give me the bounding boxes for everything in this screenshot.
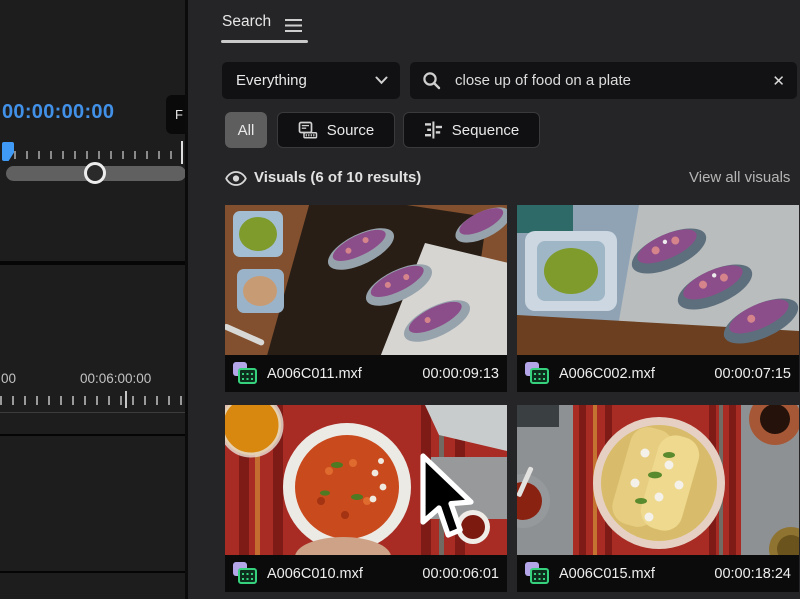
result-filename: A006C002.mxf <box>559 366 714 382</box>
result-thumbnail[interactable] <box>517 405 799 555</box>
result-filename: A006C011.mxf <box>267 366 422 382</box>
result-tile[interactable]: A006C010.mxf 00:00:06:01 <box>225 405 507 592</box>
scope-dropdown[interactable]: Everything <box>222 62 400 99</box>
premiere-workspace: { "monitor": { "timecode": "00:00:00:00"… <box>0 0 800 599</box>
filter-sequence-button[interactable]: Sequence <box>403 112 540 148</box>
view-all-visuals-link[interactable]: View all visuals <box>689 169 790 186</box>
clip-type-icon <box>525 362 550 385</box>
result-duration: 00:00:18:24 <box>714 566 791 582</box>
timeline-ruler-baseline <box>0 412 188 413</box>
filter-source-button[interactable]: Source <box>277 112 395 148</box>
timeline-ruler-major-tick <box>125 391 127 408</box>
filter-source-label: Source <box>327 122 375 139</box>
source-clip-icon <box>298 121 318 139</box>
filter-sequence-label: Sequence <box>452 122 520 139</box>
result-label-bar: A006C015.mxf 00:00:18:24 <box>517 555 799 592</box>
timeline-ruler-label-center: 00:06:00:00 <box>80 371 151 386</box>
panel-divider[interactable] <box>0 261 188 265</box>
result-thumbnail[interactable] <box>517 205 799 355</box>
mini-playhead[interactable] <box>2 142 14 161</box>
monitor-ruler-end-tick <box>181 141 183 164</box>
monitor-ruler-ticks[interactable] <box>14 151 176 159</box>
result-label-bar: A006C010.mxf 00:00:06:01 <box>225 555 507 592</box>
monitor-zoom-scrollbar-handle[interactable] <box>84 162 106 184</box>
clip-type-icon <box>233 562 258 585</box>
source-timecode: 00:00:00:00 <box>2 101 114 124</box>
track-divider-top <box>0 434 188 436</box>
result-tile[interactable]: A006C002.mxf 00:00:07:15 <box>517 205 799 392</box>
search-field[interactable]: ✕ <box>410 62 797 99</box>
left-monitor-timeline-panel: 00:00:00:00 F 00 00:06:00:00 <box>0 0 188 599</box>
timeline-ruler-ticks[interactable] <box>0 396 188 405</box>
timeline-ruler-label-start: 00 <box>1 371 16 386</box>
result-tile[interactable]: A006C011.mxf 00:00:09:13 <box>225 205 507 392</box>
result-thumbnail[interactable] <box>225 405 507 555</box>
active-tab-underline <box>221 40 308 43</box>
result-tile[interactable]: A006C015.mxf 00:00:18:24 <box>517 405 799 592</box>
scope-dropdown-value: Everything <box>236 72 375 89</box>
search-icon <box>422 71 441 90</box>
result-thumbnail[interactable] <box>225 205 507 355</box>
search-input[interactable] <box>453 71 764 90</box>
result-duration: 00:00:09:13 <box>422 366 499 382</box>
clip-type-icon <box>525 562 550 585</box>
panel-menu-icon[interactable] <box>285 19 302 32</box>
track-divider-bottom <box>0 571 188 573</box>
result-label-bar: A006C011.mxf 00:00:09:13 <box>225 355 507 392</box>
clear-search-icon[interactable]: ✕ <box>772 72 785 90</box>
search-panel: Search Everything ✕ All Source <box>188 0 800 599</box>
result-label-bar: A006C002.mxf 00:00:07:15 <box>517 355 799 392</box>
result-duration: 00:00:07:15 <box>714 366 791 382</box>
clip-type-icon <box>233 362 258 385</box>
result-filename: A006C010.mxf <box>267 566 422 582</box>
tab-search[interactable]: Search <box>222 13 271 31</box>
visuals-results-title: Visuals (6 of 10 results) <box>254 169 421 186</box>
chevron-down-icon <box>375 76 388 85</box>
filter-all-button[interactable]: All <box>225 112 267 148</box>
visuals-eye-icon <box>225 171 247 186</box>
result-filename: A006C015.mxf <box>559 566 714 582</box>
filter-all-label: All <box>238 122 255 139</box>
result-duration: 00:00:06:01 <box>422 566 499 582</box>
sequence-icon <box>424 121 443 139</box>
